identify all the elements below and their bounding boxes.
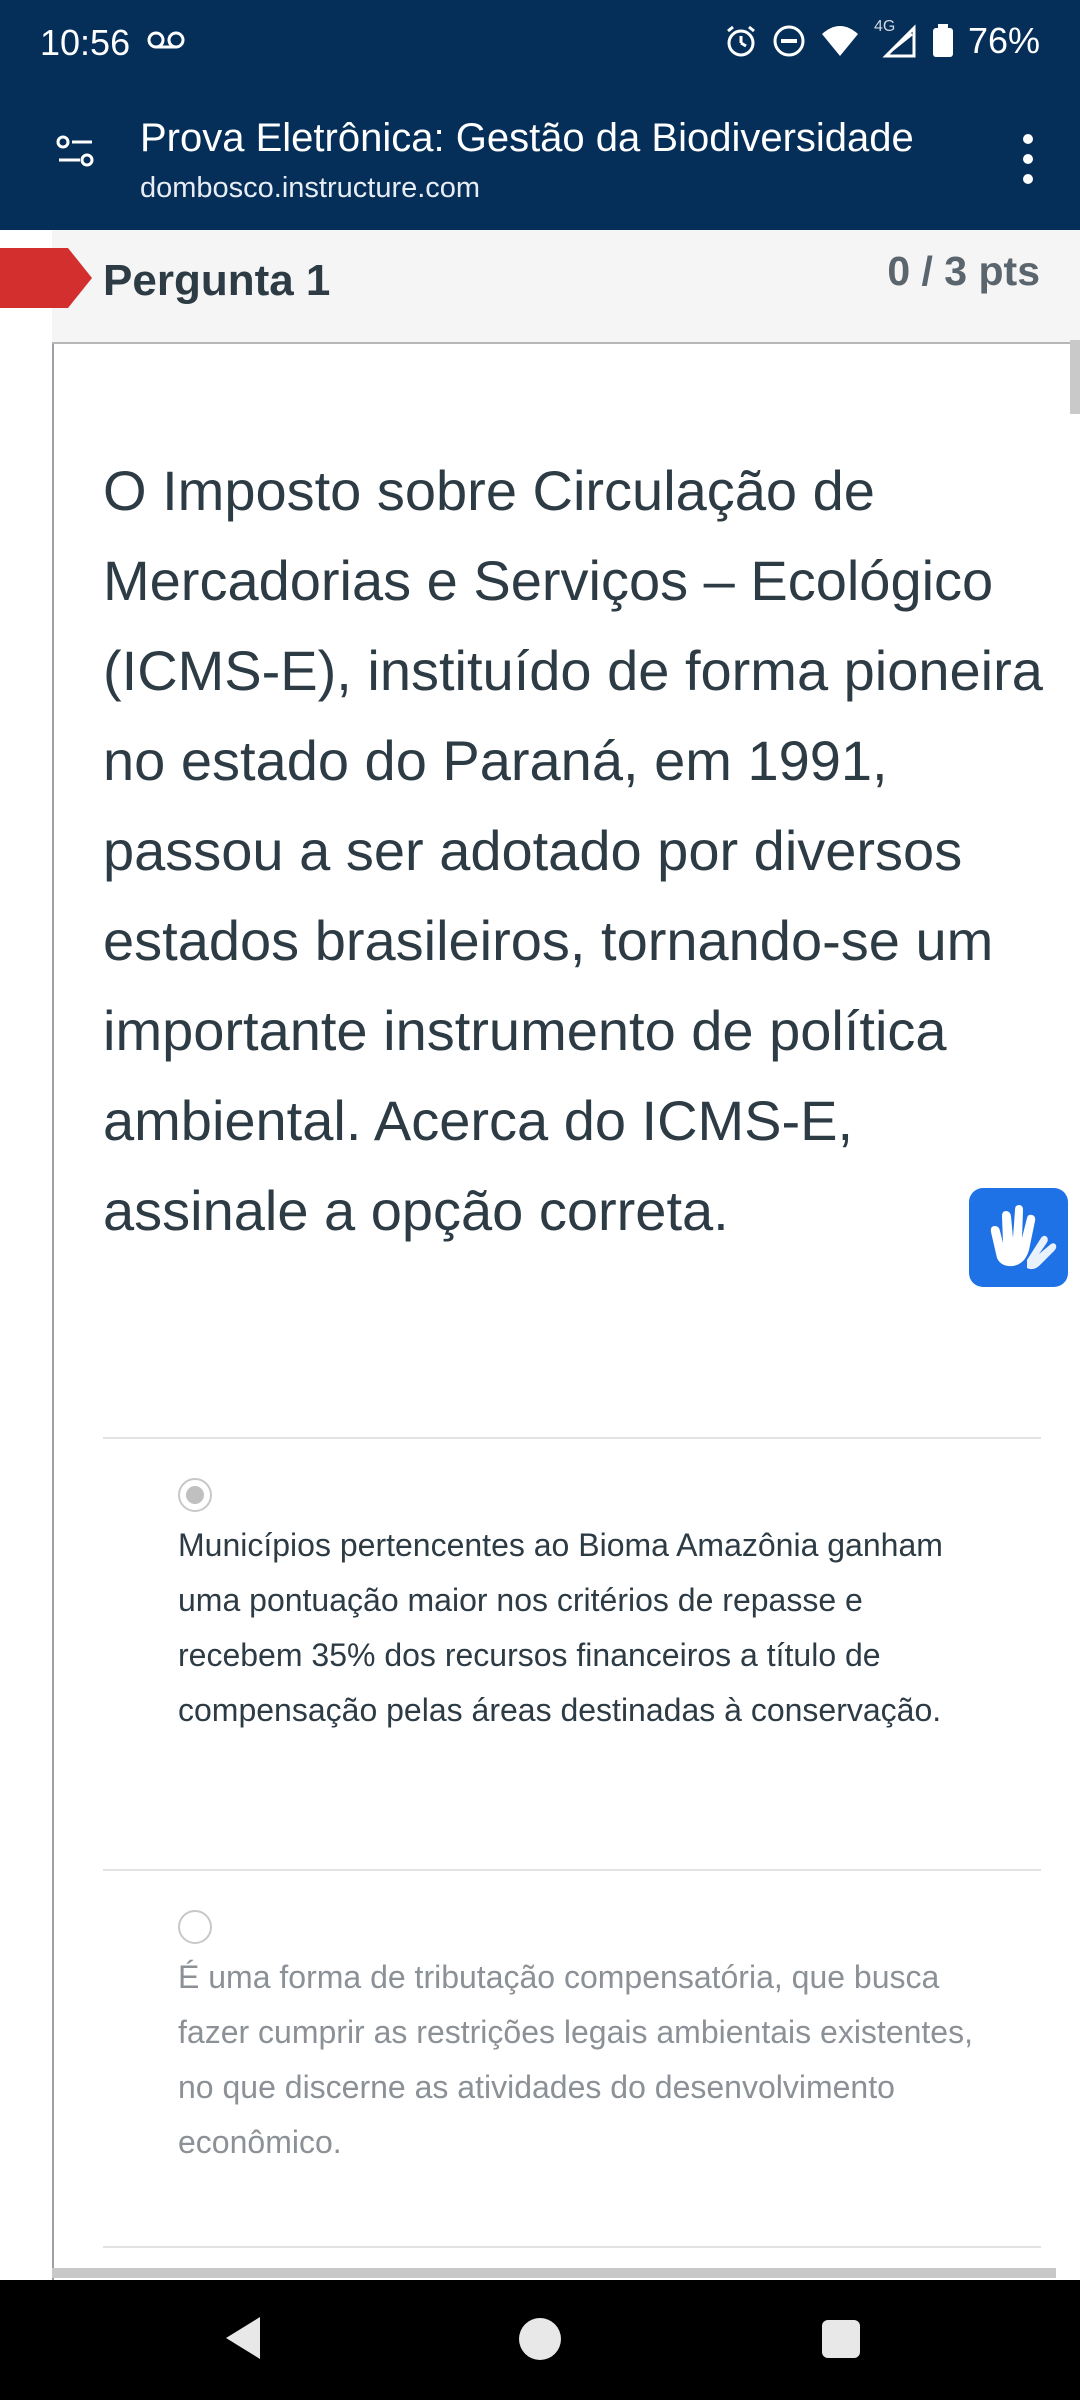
recent-apps-icon[interactable] — [822, 2320, 860, 2358]
status-bar: 10:56 4G 76% — [0, 0, 1080, 90]
wifi-icon — [821, 26, 858, 56]
back-icon[interactable] — [222, 2315, 262, 2361]
course-nav-icon[interactable] — [56, 132, 96, 172]
answer-option-2[interactable]: É uma forma de tributação compensatória,… — [178, 1950, 988, 2170]
question-left-border — [52, 230, 54, 2280]
battery-percent: 76% — [967, 20, 1040, 61]
alarm-icon — [727, 25, 755, 57]
question-text: O Imposto sobre Circulação de Mercadoria… — [103, 459, 1043, 1242]
answer-option-1[interactable]: Municípios pertencentes ao Bioma Amazôni… — [178, 1518, 988, 1738]
divider — [103, 1437, 1041, 1439]
flag-question-icon[interactable] — [0, 248, 92, 308]
answer-radio-1[interactable] — [178, 1478, 212, 1512]
system-nav-bar — [0, 2280, 1080, 2400]
more-options-icon[interactable] — [1016, 134, 1040, 194]
status-time: 10:56 — [40, 22, 131, 63]
question-title: Pergunta 1 — [103, 256, 331, 305]
signal-icon: 4G — [874, 18, 918, 58]
scrollbar[interactable] — [1070, 340, 1080, 414]
divider — [103, 1869, 1041, 1871]
horizontal-scrollbar — [52, 2268, 1056, 2278]
voicemail-icon — [147, 31, 185, 49]
battery-icon — [932, 24, 953, 57]
status-icons: 4G 76% — [724, 18, 1040, 62]
home-icon[interactable] — [519, 2318, 561, 2360]
divider — [103, 2246, 1041, 2248]
sign-language-icon — [990, 1205, 1057, 1270]
page-title: Prova Eletrônica: Gestão da Biodiversida… — [140, 116, 914, 160]
do-not-disturb-icon — [773, 25, 805, 57]
answer-radio-2[interactable] — [178, 1910, 212, 1944]
question-points: 0 / 3 pts — [887, 248, 1040, 294]
screen: 10:56 4G 76% Prova Eletrônica: Gestão da… — [0, 0, 1080, 2400]
page-url: dombosco.instructure.com — [140, 172, 481, 204]
app-bar: Prova Eletrônica: Gestão da Biodiversida… — [0, 90, 1080, 230]
sign-language-accessibility-button[interactable] — [969, 1188, 1068, 1287]
